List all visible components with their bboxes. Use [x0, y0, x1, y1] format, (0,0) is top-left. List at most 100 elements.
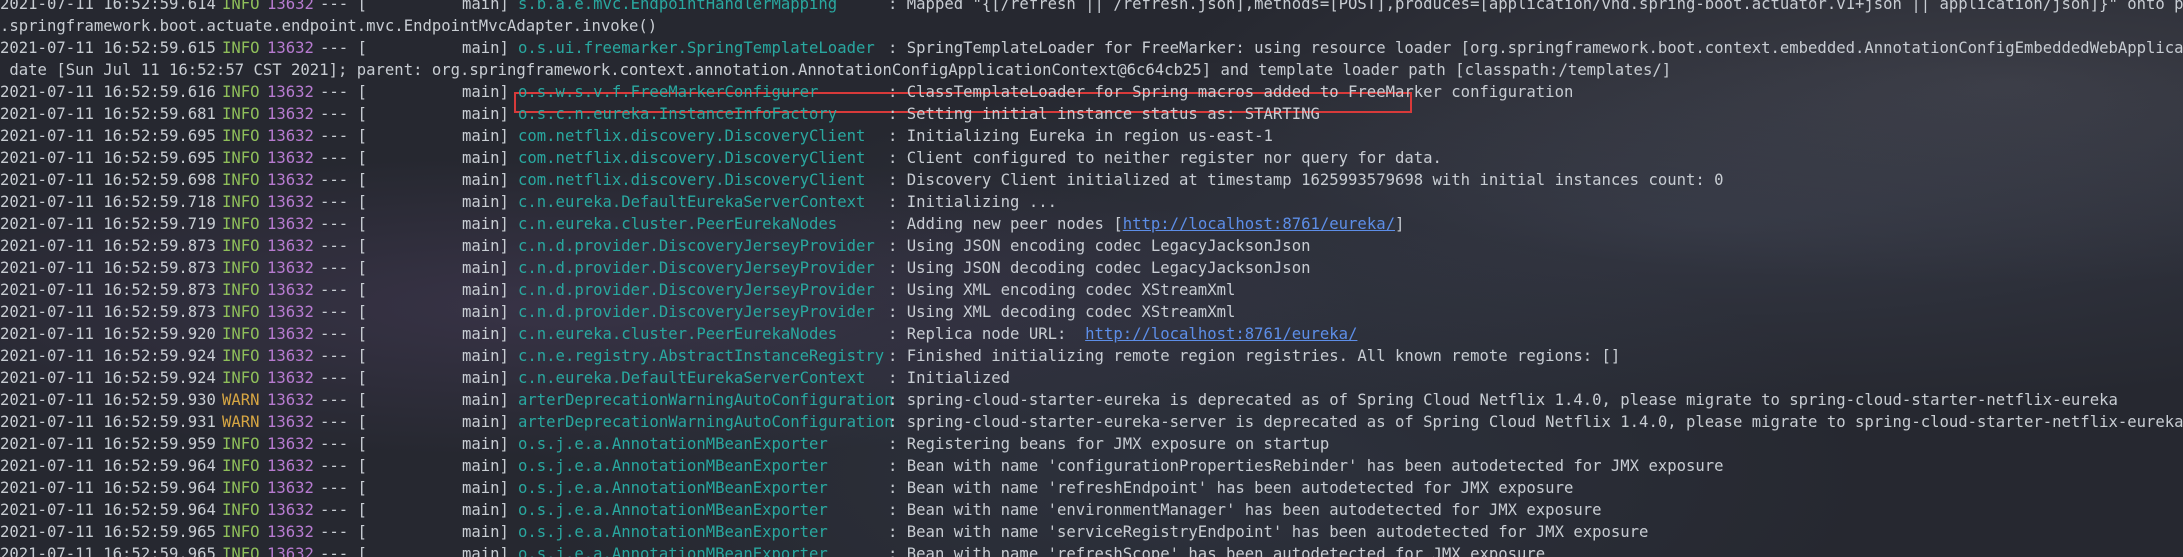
log-timestamp: 2021-07-11 16:52:59.964	[0, 457, 216, 475]
log-separator: --- [	[320, 215, 367, 233]
log-level: INFO	[222, 545, 260, 557]
log-timestamp: 2021-07-11 16:52:59.615	[0, 39, 216, 57]
log-logger: s.b.a.e.mvc.EndpointHandlerMapping	[518, 0, 838, 13]
log-pid: 13632	[267, 501, 314, 519]
log-line: 2021-07-11 16:52:59.959 INFO 13632 --- [mai…	[0, 433, 2183, 455]
log-timestamp: 2021-07-11 16:52:59.931	[0, 413, 216, 431]
log-logger: c.n.eureka.cluster.PeerEurekaNodes	[518, 325, 838, 343]
log-level: INFO	[222, 303, 260, 321]
log-level: INFO	[222, 501, 260, 519]
log-level: INFO	[222, 259, 260, 277]
log-pid: 13632	[267, 303, 314, 321]
log-link[interactable]: http://localhost:8761/eureka/	[1123, 215, 1395, 233]
log-message-text: : Using XML decoding codec XStreamXml	[888, 303, 1236, 321]
log-message: : Bean with name 'serviceRegistryEndpoin…	[888, 521, 1648, 543]
log-message: : Initializing ...	[888, 191, 1057, 213]
log-timestamp: 2021-07-11 16:52:59.695	[0, 149, 216, 167]
log-message-text: : Bean with name 'refreshScope' has been…	[888, 545, 1546, 557]
log-pid: 13632	[267, 545, 314, 557]
log-separator: --- [	[320, 127, 367, 145]
log-pid: 13632	[267, 127, 314, 145]
log-pid: 13632	[267, 479, 314, 497]
log-message-text: : Using JSON encoding codec LegacyJackso…	[888, 237, 1311, 255]
log-separator: --- [	[320, 105, 367, 123]
log-message: : Using JSON decoding codec LegacyJackso…	[888, 257, 1310, 279]
log-logger: arterDeprecationWarningAutoConfiguration	[518, 391, 894, 409]
log-message: : Discovery Client initialized at timest…	[888, 169, 1724, 191]
log-message: : Using JSON encoding codec LegacyJackso…	[888, 235, 1310, 257]
log-level: INFO	[222, 171, 260, 189]
log-timestamp: 2021-07-11 16:52:59.681	[0, 105, 216, 123]
log-separator: --- [	[320, 83, 367, 101]
log-thread: main]	[462, 347, 509, 365]
log-thread: main]	[462, 193, 509, 211]
log-logger: o.s.w.s.v.f.FreeMarkerConfigurer	[518, 83, 819, 101]
log-logger: c.n.e.registry.AbstractInstanceRegistry	[518, 347, 885, 365]
log-message-text: : Initializing Eureka in region us-east-…	[888, 127, 1273, 145]
log-message-text: : Mapped "{[/refresh || /refresh.json],m…	[888, 0, 2183, 13]
log-message-text: : Finished initializing remote region re…	[888, 347, 1621, 365]
log-message-text: : SpringTemplateLoader for FreeMarker: u…	[888, 39, 2183, 57]
log-thread: main]	[462, 149, 509, 167]
log-message-text: : spring-cloud-starter-eureka-server is …	[888, 413, 2183, 431]
log-message: : Using XML encoding codec XStreamXml	[888, 279, 1235, 301]
log-message: : spring-cloud-starter-eureka-server is …	[888, 411, 2183, 433]
log-logger: o.s.j.e.a.AnnotationMBeanExporter	[518, 435, 828, 453]
log-thread: main]	[462, 39, 509, 57]
log-level: INFO	[222, 347, 260, 365]
log-message-text: : Using JSON decoding codec LegacyJackso…	[888, 259, 1311, 277]
log-line: 2021-07-11 16:52:59.695 INFO 13632 --- [mai…	[0, 147, 2183, 169]
log-separator: --- [	[320, 413, 367, 431]
log-level: INFO	[222, 369, 260, 387]
log-level: INFO	[222, 479, 260, 497]
log-message: : Replica node URL: http://localhost:876…	[888, 323, 1357, 345]
log-timestamp: 2021-07-11 16:52:59.965	[0, 523, 216, 541]
log-level: INFO	[222, 215, 260, 233]
log-logger: com.netflix.discovery.DiscoveryClient	[518, 171, 866, 189]
log-line: 2021-07-11 16:52:59.681 INFO 13632 --- [ mai…	[0, 103, 2183, 125]
log-line: date [Sun Jul 11 16:52:57 CST 2021]; par…	[0, 59, 2183, 81]
log-pid: 13632	[267, 259, 314, 277]
log-thread: main]	[462, 83, 509, 101]
log-pid: 13632	[267, 413, 314, 431]
log-line: 2021-07-11 16:52:59.873 INFO 13632 --- [mai…	[0, 257, 2183, 279]
log-thread: main]	[462, 281, 509, 299]
log-level: INFO	[222, 127, 260, 145]
log-message-text: : Bean with name 'environmentManager' ha…	[888, 501, 1602, 519]
log-separator: --- [	[320, 347, 367, 365]
log-message: : Mapped "{[/refresh || /refresh.json],m…	[888, 0, 2183, 15]
log-message-text: : spring-cloud-starter-eureka is depreca…	[888, 391, 2118, 409]
log-level: WARN	[222, 391, 260, 409]
log-line: 2021-07-11 16:52:59.964 INFO 13632 --- [mai…	[0, 477, 2183, 499]
log-separator: --- [	[320, 435, 367, 453]
log-thread: main]	[462, 259, 509, 277]
log-logger: o.s.j.e.a.AnnotationMBeanExporter	[518, 523, 828, 541]
log-level: INFO	[222, 105, 260, 123]
console-log-panel: 2021-07-11 16:52:59.614 INFO 13632 --- [mai…	[0, 0, 2183, 557]
log-thread: main]	[462, 435, 509, 453]
log-level: INFO	[222, 149, 260, 167]
log-pid: 13632	[267, 149, 314, 167]
log-logger: arterDeprecationWarningAutoConfiguration	[518, 413, 894, 431]
log-message: : spring-cloud-starter-eureka is depreca…	[888, 389, 2118, 411]
log-thread: main]	[462, 479, 509, 497]
log-pid: 13632	[267, 347, 314, 365]
log-line: 2021-07-11 16:52:59.718 INFO 13632 --- [mai…	[0, 191, 2183, 213]
log-message: : Using XML decoding codec XStreamXml	[888, 301, 1235, 323]
log-timestamp: 2021-07-11 16:52:59.924	[0, 347, 216, 365]
log-timestamp: 2021-07-11 16:52:59.930	[0, 391, 216, 409]
log-pid: 13632	[267, 369, 314, 387]
log-thread: main]	[462, 105, 509, 123]
log-thread: main]	[462, 171, 509, 189]
log-timestamp: 2021-07-11 16:52:59.964	[0, 479, 216, 497]
log-pid: 13632	[267, 105, 314, 123]
log-pid: 13632	[267, 325, 314, 343]
log-link[interactable]: http://localhost:8761/eureka/	[1085, 325, 1357, 343]
log-message: : Bean with name 'refreshScope' has been…	[888, 543, 1545, 557]
log-level: INFO	[222, 435, 260, 453]
log-message-tail: ]	[1394, 215, 1405, 233]
log-pid: 13632	[267, 435, 314, 453]
log-separator: --- [	[320, 303, 367, 321]
log-level: INFO	[222, 237, 260, 255]
log-thread: main]	[462, 457, 509, 475]
